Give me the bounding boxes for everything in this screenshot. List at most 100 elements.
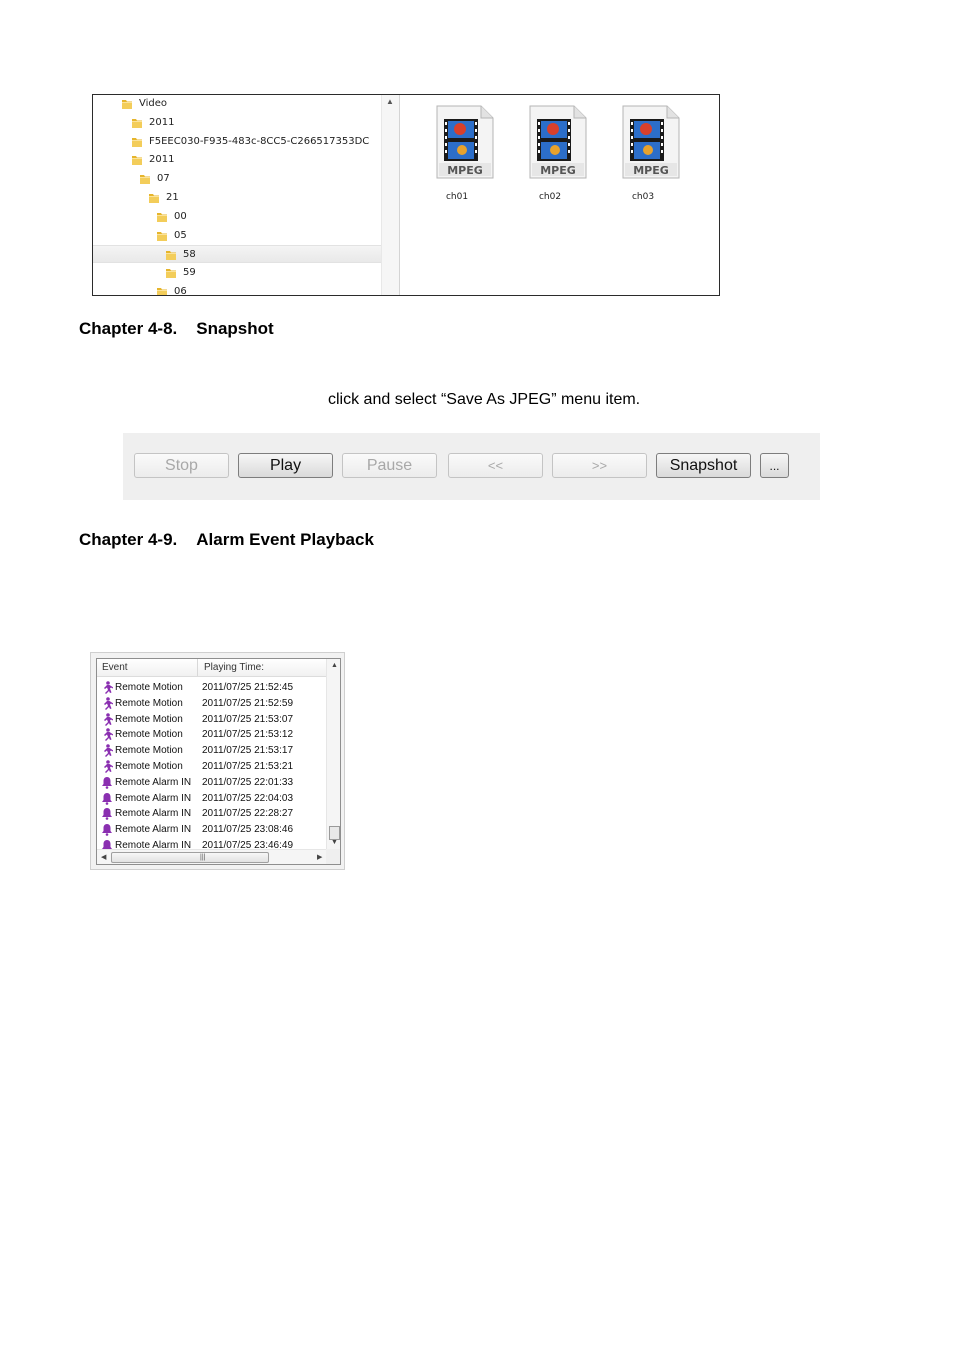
scroll-thumb[interactable] [329,826,340,840]
tree-item[interactable]: 00 [93,208,381,226]
mpeg-file-icon: MPEG [529,105,587,179]
event-row[interactable]: Remote Motion 2011/07/25 21:53:12 [97,727,326,743]
more-button[interactable]: ... [760,453,789,478]
event-row[interactable]: Remote Motion 2011/07/25 21:52:45 [97,680,326,696]
vertical-scrollbar[interactable]: ▲ ▼ [326,659,340,849]
file-name: ch02 [538,192,562,202]
tree-item-label: 21 [166,192,179,203]
section-heading-alarm: Chapter 4-9. Alarm Event Playback [79,530,374,550]
stop-button[interactable]: Stop [134,453,229,478]
event-name: Remote Alarm IN [115,808,192,820]
section-number: Chapter 4-8. [79,319,178,338]
folder-icon [121,98,133,110]
bell-icon [101,792,113,805]
scroll-down-icon[interactable]: ▼ [331,839,338,846]
horizontal-scrollbar[interactable]: ◀ ||| ▶ [97,849,326,864]
tree-item-label: F5EEC030-F935-483c-8CC5-C266517353DC [149,135,370,147]
tree-item[interactable]: 21 [93,189,381,207]
folder-icon [156,286,168,295]
tree-item-label: 2011 [149,116,175,128]
tree-item-label: 58 [183,249,196,261]
folder-tree: Video 2011 F5EEC030-F935-483c-8CC5-C266517… [93,95,381,295]
file-pane: MPEG ch01 MPEG ch02 MPEG ch03 [399,95,719,295]
event-row[interactable]: Remote Motion 2011/07/25 21:53:21 [97,759,326,775]
tree-item[interactable]: 59 [93,264,381,282]
tree-item-label: 07 [157,173,170,185]
event-row[interactable]: Remote Alarm IN 2011/07/25 22:28:27 [97,806,326,822]
motion-icon [101,728,114,742]
event-name: Remote Motion [115,761,183,772]
event-time: 2011/07/25 21:53:17 [202,745,294,757]
tree-item-label: 59 [183,267,196,279]
file-badge: MPEG [633,164,669,177]
folder-icon [139,173,151,185]
forward-button[interactable]: >> [552,453,647,478]
tree-item[interactable]: 05 [93,227,381,245]
event-row[interactable]: Remote Motion 2011/07/25 21:52:59 [97,696,326,712]
event-time: 2011/07/25 21:52:45 [202,682,294,693]
section-title: Alarm Event Playback [196,530,374,549]
tree-item-label: Video [139,98,168,109]
tree-item[interactable]: 06 [93,283,381,295]
event-time: 2011/07/25 22:01:33 [202,776,294,788]
event-list-header: Event Playing Time: [97,659,326,677]
file-name: ch03 [631,192,655,202]
column-divider[interactable] [197,659,198,676]
rewind-button[interactable]: << [448,453,543,478]
event-time: 2011/07/25 21:53:07 [202,713,294,725]
event-row[interactable]: Remote Alarm IN 2011/07/25 22:01:33 [97,775,326,791]
event-row[interactable]: Remote Motion 2011/07/25 21:53:17 [97,743,326,759]
body-text: click and select “Save As JPEG” menu ite… [328,391,641,408]
event-list: Event Playing Time: Remote Motion 2011/07… [96,658,341,865]
folder-icon [131,136,143,148]
file-item[interactable]: MPEG ch03 [608,105,680,202]
folder-icon [165,249,177,261]
tree-item-label: 05 [174,229,187,241]
tree-item[interactable]: F5EEC030-F935-483c-8CC5-C266517353DC [93,133,381,151]
file-item[interactable]: MPEG ch02 [515,105,587,202]
event-time: 2011/07/25 21:52:59 [202,697,294,709]
motion-icon [101,744,114,758]
scroll-right-icon[interactable]: ▶ [317,853,322,861]
section-number: Chapter 4-9. [79,530,178,549]
tree-item[interactable]: Video [93,95,381,113]
event-time: 2011/07/25 22:04:03 [202,792,294,804]
tree-item[interactable]: 58 [93,245,381,264]
event-list-panel: Event Playing Time: Remote Motion 2011/07… [90,652,345,870]
scroll-thumb[interactable]: ||| [111,852,269,863]
event-row[interactable]: Remote Alarm IN 2011/07/25 23:08:46 [97,822,326,838]
bell-icon [101,823,113,836]
snapshot-button[interactable]: Snapshot [656,453,751,478]
mpeg-file-icon: MPEG [622,105,680,179]
play-button[interactable]: Play [238,453,333,478]
tree-item[interactable]: 2011 [93,151,381,169]
file-item[interactable]: MPEG ch01 [422,105,494,202]
scroll-left-icon[interactable]: ◀ [101,853,106,861]
event-name: Remote Motion [115,697,183,709]
event-name: Remote Alarm IN [115,824,192,836]
motion-icon [101,760,114,773]
event-time: 2011/07/25 21:53:12 [202,729,294,741]
event-time: 2011/07/25 23:08:46 [202,824,294,836]
pause-button[interactable]: Pause [342,453,437,478]
folder-icon [148,192,160,204]
motion-icon [101,712,114,726]
tree-scrollbar[interactable]: ▲ [381,95,400,295]
tree-item[interactable]: 2011 [93,114,381,132]
event-name: Remote Motion [115,729,183,741]
scroll-up-icon[interactable]: ▲ [386,97,394,106]
event-name: Remote Motion [115,745,183,757]
file-badge: MPEG [540,164,576,177]
folder-icon [156,230,168,242]
mpeg-file-icon: MPEG [436,105,494,179]
tree-item[interactable]: 07 [93,170,381,188]
scroll-up-icon[interactable]: ▲ [331,662,338,669]
event-row[interactable]: Remote Alarm IN 2011/07/25 22:04:03 [97,791,326,807]
column-header-event[interactable]: Event [102,662,128,673]
motion-icon [101,696,114,710]
bell-icon [101,776,113,789]
folder-icon [165,267,177,279]
column-header-playing-time[interactable]: Playing Time: [204,662,264,673]
event-name: Remote Motion [115,713,183,725]
event-row[interactable]: Remote Motion 2011/07/25 21:53:07 [97,712,326,728]
